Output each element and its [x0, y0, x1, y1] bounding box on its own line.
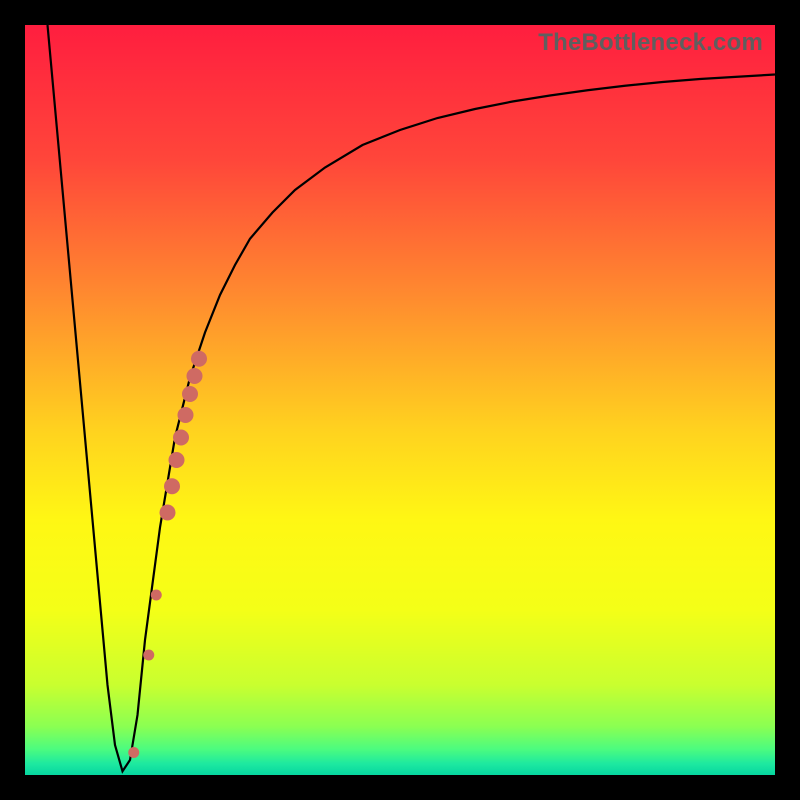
plot-area: TheBottleneck.com: [25, 25, 775, 775]
data-marker: [128, 747, 139, 758]
data-marker: [191, 351, 207, 367]
chart-frame: TheBottleneck.com: [0, 0, 800, 800]
bottleneck-curve: [48, 25, 776, 771]
data-marker: [173, 430, 189, 446]
curve-layer: [25, 25, 775, 775]
data-marker: [160, 505, 176, 521]
data-marker: [178, 407, 194, 423]
data-marker: [182, 386, 198, 402]
data-marker: [151, 590, 162, 601]
watermark-text: TheBottleneck.com: [538, 29, 763, 57]
data-marker: [169, 452, 185, 468]
data-marker: [143, 650, 154, 661]
data-marker: [164, 478, 180, 494]
data-marker: [187, 368, 203, 384]
